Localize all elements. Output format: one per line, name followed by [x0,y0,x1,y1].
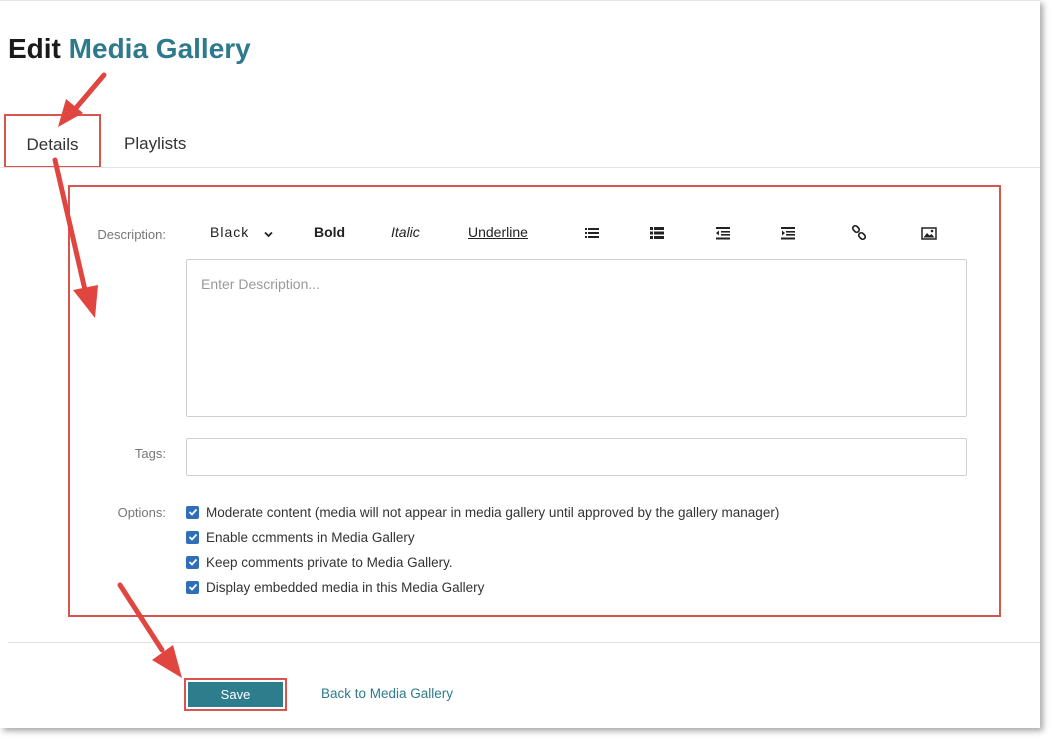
window-frame: Edit Media Gallery Details Playlists Des… [0,0,1040,728]
checkmark-icon [188,508,197,516]
checkbox-private-comments[interactable] [186,555,199,569]
outdent-icon[interactable] [715,225,731,241]
underline-button[interactable]: Underline [468,224,528,240]
description-label: Description: [97,227,166,242]
option-label: Keep comments private to Media Gallery. [206,554,453,570]
back-to-media-gallery-link[interactable]: Back to Media Gallery [321,686,453,701]
options-label: Options: [117,505,166,520]
checkbox-enable-comments[interactable] [186,530,199,544]
tabs-divider [0,167,1040,168]
option-enable-comments[interactable]: Enable ccmments in Media Gallery [186,528,415,546]
checkmark-icon [188,583,197,591]
tags-input[interactable] [186,438,967,476]
option-label: Enable ccmments in Media Gallery [206,529,415,545]
option-label: Display embedded media in this Media Gal… [206,579,485,595]
bold-button[interactable]: Bold [314,224,345,240]
option-embedded-media[interactable]: Display embedded media in this Media Gal… [186,578,484,596]
indent-icon[interactable] [780,225,796,241]
tab-playlists[interactable]: Playlists [124,114,186,166]
checkmark-icon [188,558,197,566]
image-icon[interactable] [921,225,937,241]
footer-divider [8,642,1040,643]
unordered-list-icon[interactable] [649,225,665,241]
option-private-comments[interactable]: Keep comments private to Media Gallery. [186,553,453,571]
save-button-highlight: Save [184,678,287,711]
tab-details[interactable]: Details [4,114,101,168]
page-title-accent: Media Gallery [68,33,251,64]
link-icon[interactable] [851,224,867,241]
color-select[interactable]: Black [210,224,273,241]
save-button[interactable]: Save [188,682,283,707]
ordered-list-icon[interactable] [584,225,600,241]
italic-button[interactable]: Italic [391,224,420,240]
chevron-down-icon [264,225,273,241]
option-moderate-content[interactable]: Moderate content (media will not appear … [186,503,779,521]
checkbox-moderate-content[interactable] [186,505,199,519]
tags-label: Tags: [134,446,166,461]
description-textarea[interactable] [186,259,967,417]
color-select-value: Black [210,224,250,240]
option-label: Moderate content (media will not appear … [206,504,780,520]
page-title: Edit Media Gallery [8,33,251,65]
checkbox-embedded-media[interactable] [186,580,199,594]
page-title-prefix: Edit [8,33,61,64]
checkmark-icon [188,533,197,541]
